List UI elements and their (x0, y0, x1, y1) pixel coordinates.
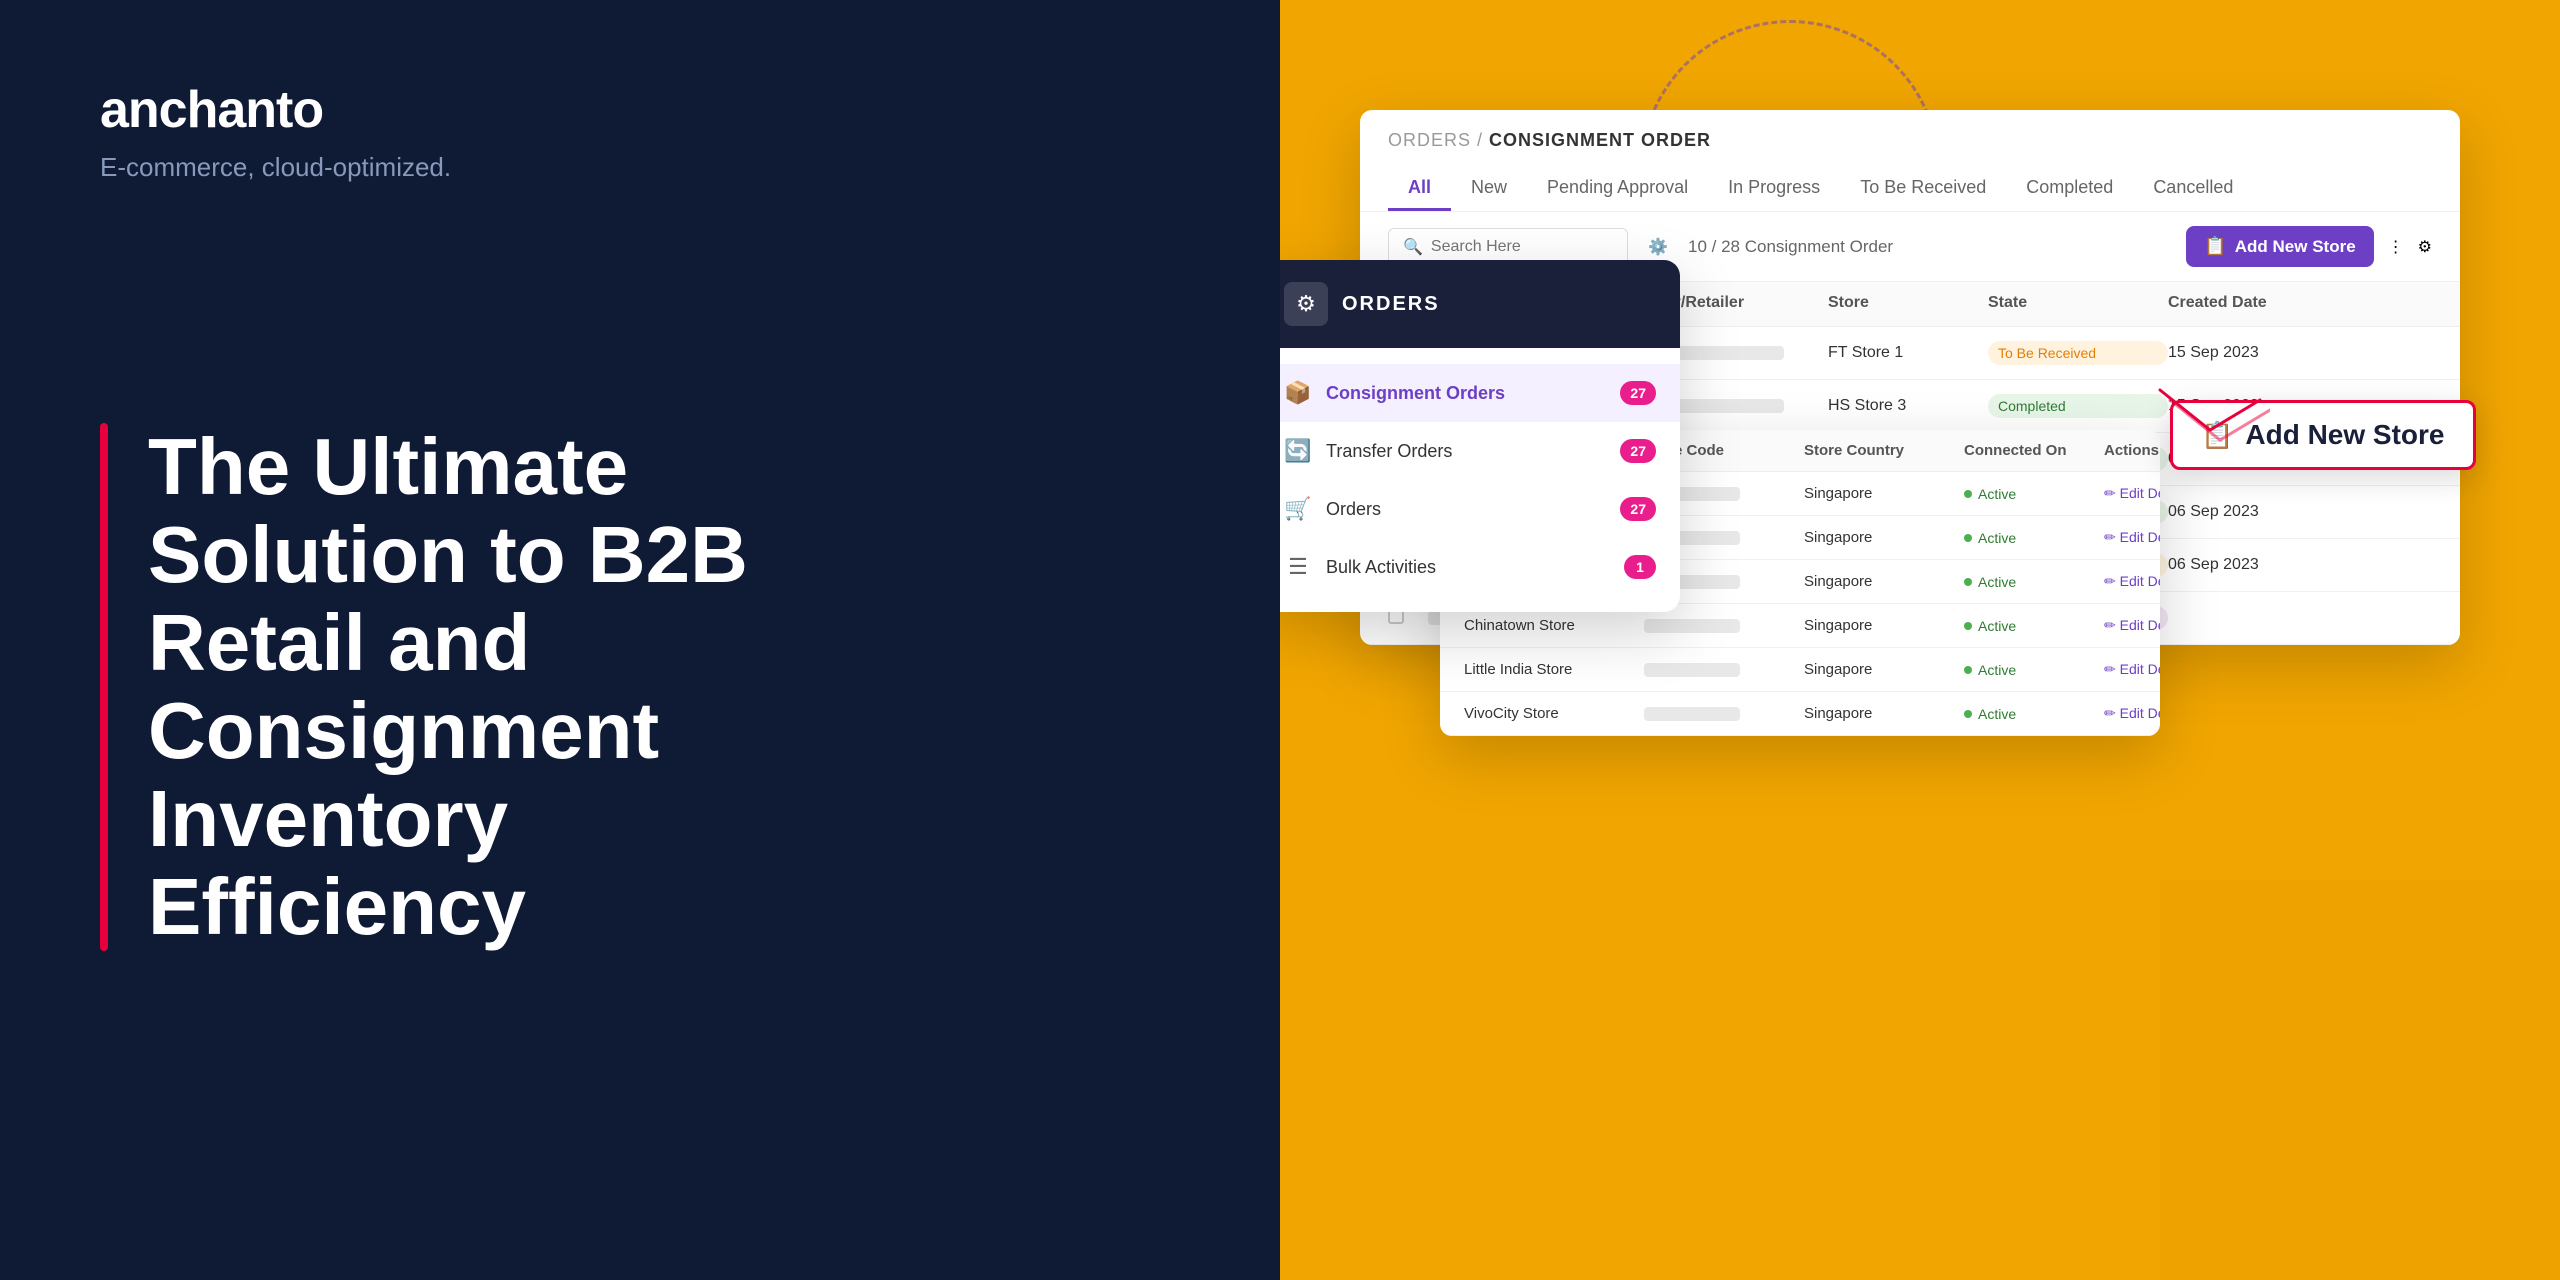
arrow-decoration (2150, 380, 2270, 460)
tab-completed[interactable]: Completed (2006, 167, 2133, 211)
breadcrumb-separator: / (1477, 130, 1489, 150)
brand-name: anchanto (100, 81, 323, 139)
bulk-activities-badge: 1 (1624, 555, 1656, 579)
sidebar-item-bulk-activities[interactable]: ☰ Bulk Activities 1 (1280, 538, 1680, 596)
store-status: Active (1964, 530, 2104, 546)
bulk-activities-label: Bulk Activities (1326, 557, 1610, 578)
tab-new[interactable]: New (1451, 167, 1527, 211)
tab-navigation: All New Pending Approval In Progress To … (1388, 167, 2432, 211)
col-store: Store (1828, 294, 1988, 314)
sidebar-item-transfer-orders[interactable]: 🔄 Transfer Orders 27 (1280, 422, 1680, 480)
right-section: ORDERS / CONSIGNMENT ORDER All New Pendi… (1280, 0, 2560, 1280)
created-date: 15 Sep 2023 (2168, 344, 2348, 362)
search-icon: 🔍 (1403, 237, 1423, 257)
hero-headline: The Ultimate Solution to B2B Retail and … (148, 423, 848, 951)
breadcrumb: ORDERS / CONSIGNMENT ORDER (1388, 130, 2432, 151)
store-name: FT Store 1 (1828, 344, 1988, 362)
status-badge: To Be Received (1988, 341, 2168, 365)
store-name: Chinatown Store (1464, 617, 1644, 634)
store-name: VivoCity Store (1464, 705, 1644, 722)
settings-icon[interactable]: ⚙ (2418, 237, 2432, 257)
store-country: Singapore (1804, 573, 1964, 590)
tab-in-progress[interactable]: In Progress (1708, 167, 1840, 211)
tab-pending-approval[interactable]: Pending Approval (1527, 167, 1708, 211)
tab-all[interactable]: All (1388, 167, 1451, 211)
hero-section: The Ultimate Solution to B2B Retail and … (100, 423, 1180, 951)
consignment-orders-icon: 📦 (1284, 380, 1312, 406)
store-country: Singapore (1804, 705, 1964, 722)
status-badge: Completed (1988, 394, 2168, 418)
transfer-orders-label: Transfer Orders (1326, 441, 1606, 462)
sidebar-body: 📦 Consignment Orders 27 🔄 Transfer Order… (1280, 348, 1680, 612)
store-name: Little India Store (1464, 661, 1644, 678)
search-input[interactable] (1431, 238, 1613, 256)
orders-label: Orders (1326, 499, 1606, 520)
store-code-placeholder (1644, 619, 1740, 633)
add-new-store-button[interactable]: 📋 Add New Store (2186, 226, 2373, 267)
consignment-orders-badge: 27 (1620, 381, 1656, 405)
store-code-placeholder (1644, 707, 1740, 721)
record-count: 10 / 28 Consignment Order (1688, 237, 2172, 257)
add-icon: 📋 (2204, 236, 2226, 257)
tab-cancelled[interactable]: Cancelled (2133, 167, 2253, 211)
store-country: Singapore (1804, 661, 1964, 678)
orange-bg-pattern (2160, 880, 2560, 1280)
store-table-row: Little India Store Singapore Active ✏ Ed… (1440, 648, 2160, 692)
brand-logo: anchanto (100, 80, 1180, 140)
edit-details-link[interactable]: ✏ Edit Details ↩ (2104, 617, 2160, 634)
sidebar-gear-icon: ⚙ (1284, 282, 1328, 326)
tab-to-be-received[interactable]: To Be Received (1840, 167, 2006, 211)
edit-details-link[interactable]: ✏ Edit Details ↩ (2104, 485, 2160, 502)
add-new-label: Add New Store (2235, 237, 2356, 257)
sidebar-title: ORDERS (1342, 293, 1440, 316)
filter-icon[interactable]: ⚙️ (1642, 231, 1674, 263)
store-name: HS Store 3 (1828, 397, 1988, 415)
edit-details-link[interactable]: ✏ Edit Details ↩ (2104, 573, 2160, 590)
sidebar-item-orders[interactable]: 🛒 Orders 27 (1280, 480, 1680, 538)
created-date: 06 Sep 2023 (2168, 556, 2348, 574)
add-new-store-label: Add New Store (2245, 419, 2444, 451)
orders-badge: 27 (1620, 497, 1656, 521)
orders-icon: 🛒 (1284, 496, 1312, 522)
col-store-country: Store Country (1804, 442, 1964, 459)
store-status: Active (1964, 618, 2104, 634)
logo-area: anchanto E-commerce, cloud-optimized. (100, 80, 1180, 183)
store-country: Singapore (1804, 617, 1964, 634)
col-created-date: Created Date (2168, 294, 2348, 314)
left-section: anchanto E-commerce, cloud-optimized. Th… (0, 0, 1280, 1280)
created-date: 06 Sep 2023 (2168, 503, 2348, 521)
col-state: State (1988, 294, 2168, 314)
store-country: Singapore (1804, 529, 1964, 546)
edit-details-link[interactable]: ✏ Edit Details ↩ (2104, 705, 2160, 722)
edit-details-link[interactable]: ✏ Edit Details ↩ (2104, 661, 2160, 678)
more-icon[interactable]: ⋮ (2388, 237, 2404, 257)
store-status: Active (1964, 574, 2104, 590)
store-status: Active (1964, 486, 2104, 502)
brand-tagline: E-commerce, cloud-optimized. (100, 152, 1180, 183)
store-status: Active (1964, 662, 2104, 678)
store-status: Active (1964, 706, 2104, 722)
sidebar-header: ⚙ ORDERS (1280, 260, 1680, 348)
bulk-activities-icon: ☰ (1284, 554, 1312, 580)
store-code-placeholder (1644, 663, 1740, 677)
breadcrumb-orders: ORDERS (1388, 130, 1471, 150)
edit-details-link[interactable]: ✏ Edit Details ↩ (2104, 529, 2160, 546)
transfer-orders-icon: 🔄 (1284, 438, 1312, 464)
transfer-orders-badge: 27 (1620, 439, 1656, 463)
store-country: Singapore (1804, 485, 1964, 502)
consignment-orders-label: Consignment Orders (1326, 383, 1606, 404)
breadcrumb-current: CONSIGNMENT ORDER (1489, 130, 1711, 150)
store-table-row: VivoCity Store Singapore Active ✏ Edit D… (1440, 692, 2160, 736)
sidebar-item-consignment-orders[interactable]: 📦 Consignment Orders 27 (1280, 364, 1680, 422)
col-connected-on: Connected On (1964, 442, 2104, 459)
orders-sidebar-panel: ⚙ ORDERS 📦 Consignment Orders 27 🔄 Trans… (1280, 260, 1680, 612)
card-header: ORDERS / CONSIGNMENT ORDER All New Pendi… (1360, 110, 2460, 212)
red-accent-bar (100, 423, 108, 951)
